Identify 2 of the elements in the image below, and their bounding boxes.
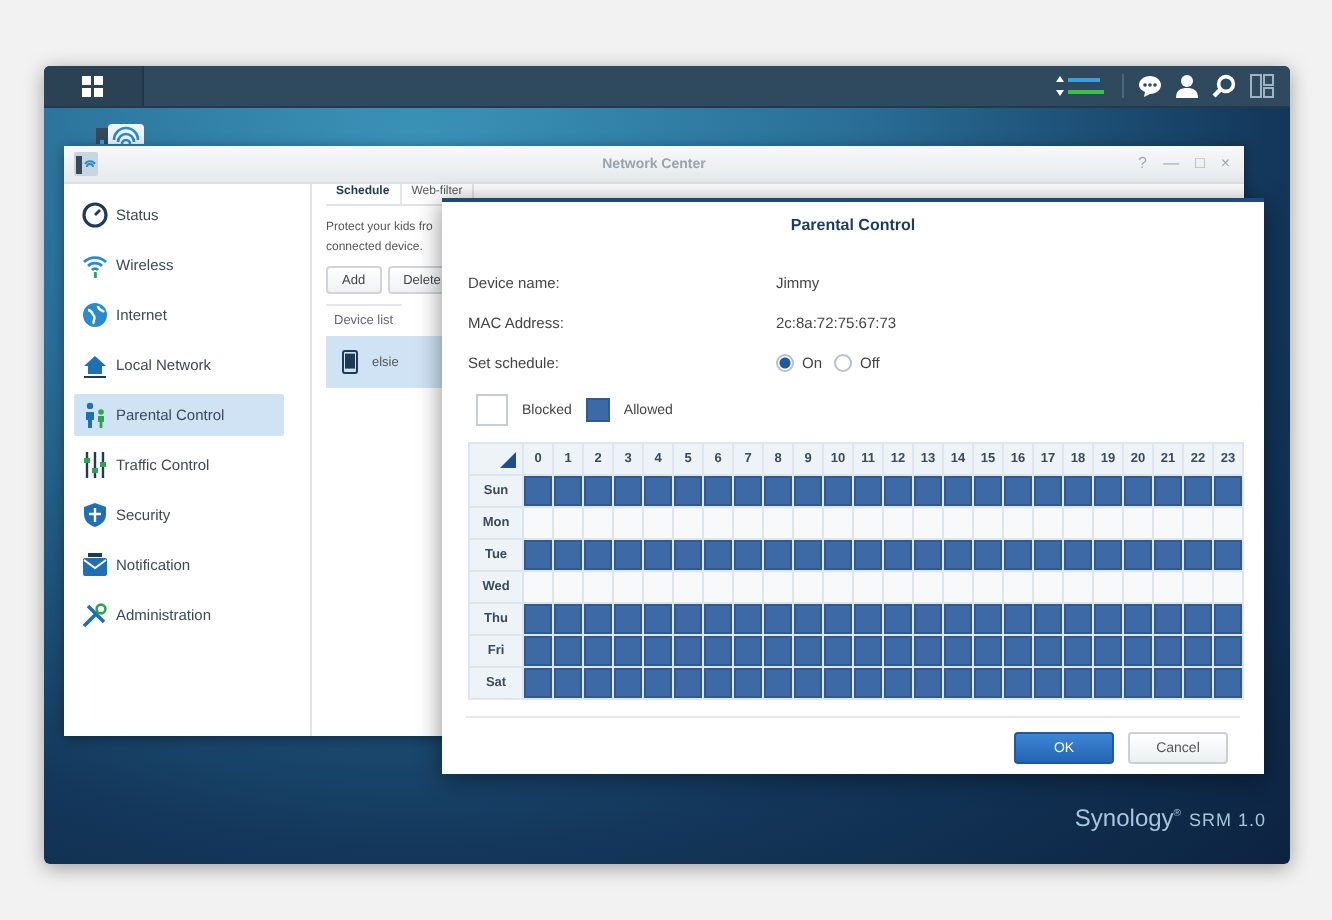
brand-logo: Synology$^{®}$ SRM 1.0	[1074, 804, 1266, 832]
dialog-title: Parental Control	[790, 216, 916, 234]
